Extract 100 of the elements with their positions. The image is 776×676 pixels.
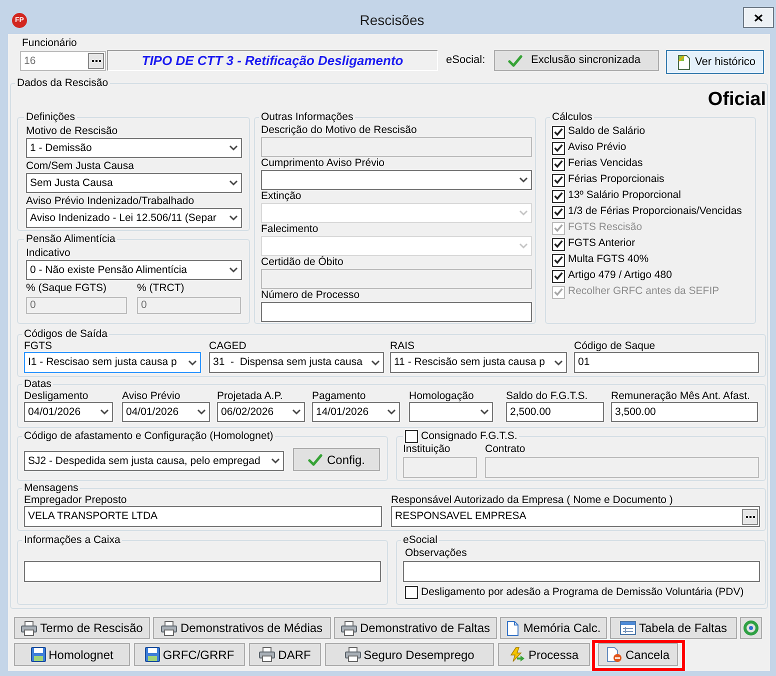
checkbox[interactable] <box>552 206 565 218</box>
field-label: Pagamento <box>312 391 366 402</box>
field-label: Indicativo <box>26 246 70 260</box>
dropdown[interactable]: 0 - Não existe Pensão Alimentícia <box>26 260 242 280</box>
window-title: Rescisões <box>360 11 424 29</box>
action-button[interactable]: Exclusão sincronizada <box>494 50 659 71</box>
checkbox[interactable] <box>552 126 565 138</box>
date-picker[interactable]: 06/02/2026 <box>217 402 305 422</box>
chevron-down-icon <box>229 267 238 273</box>
chevron-down-icon <box>292 409 301 415</box>
field-label: CAGED <box>209 341 246 352</box>
checkbox[interactable] <box>552 190 565 202</box>
dropdown[interactable]: 1 - Demissão <box>26 138 242 158</box>
group-title: Códigos de Saída <box>23 328 108 341</box>
action-button[interactable]: Processa <box>498 643 590 666</box>
input-field[interactable] <box>24 561 381 582</box>
printer-icon <box>21 620 38 636</box>
icon-button[interactable] <box>740 617 762 639</box>
chevron-down-icon <box>554 360 563 366</box>
checkbox-label: Recolher GRFC antes da SEFIP <box>568 284 720 300</box>
browse-button[interactable] <box>742 508 758 524</box>
chevron-down-icon <box>271 458 280 464</box>
config-button[interactable]: Config. <box>293 448 380 471</box>
chevron-down-icon <box>519 210 528 216</box>
input-field[interactable] <box>261 302 532 322</box>
checkbox[interactable] <box>552 142 565 154</box>
action-button[interactable]: Ver histórico <box>666 50 764 74</box>
field-label: Funcionário <box>22 37 77 50</box>
input-field[interactable]: 3,500.00 <box>611 402 758 422</box>
field-label: Remuneração Mês Ant. Afast. <box>611 391 750 402</box>
checkbox[interactable] <box>552 254 565 266</box>
dropdown[interactable]: 31 - Dispensa sem justa causa <box>209 352 384 373</box>
action-button[interactable]: GRFC/GRRF <box>134 643 245 666</box>
date-picker[interactable]: 04/01/2026 <box>122 402 210 422</box>
field-label: eSocial: <box>446 53 486 68</box>
date-picker[interactable]: 14/01/2026 <box>312 402 400 422</box>
action-button[interactable]: Demonstrativo de Faltas <box>334 617 497 639</box>
chevron-down-icon <box>100 409 109 415</box>
checkbox-label: Ferias Vencidas <box>568 156 643 172</box>
action-button[interactable]: Homolognet <box>14 643 130 666</box>
checkbox-label: Multa FGTS 40% <box>568 252 649 268</box>
field-label: Aviso Prévio Indenizado/Trabalhado <box>26 194 194 208</box>
action-button[interactable]: Memória Calc. <box>500 617 607 639</box>
dropdown[interactable]: I1 - Rescisao sem justa causa p <box>24 352 201 373</box>
field-label: Com/Sem Justa Causa <box>26 159 134 173</box>
checkbox[interactable] <box>552 238 565 250</box>
group-title: Pensão Alimentícia <box>25 233 116 246</box>
checkbox[interactable] <box>405 586 418 599</box>
table-icon <box>620 621 636 635</box>
checkbox-label: Aviso Prévio <box>568 140 626 156</box>
field-label: Projetada A.P. <box>217 391 283 402</box>
field-label: Extinção <box>261 190 302 203</box>
printer-icon <box>340 620 357 636</box>
field-label: % (Saque FGTS) <box>26 281 107 295</box>
date-picker[interactable] <box>409 402 493 422</box>
action-button[interactable]: Seguro Desemprego <box>325 643 494 666</box>
close-button[interactable] <box>743 7 774 28</box>
status-label: Oficial <box>708 90 766 110</box>
chevron-down-icon <box>229 180 238 186</box>
action-button[interactable]: Demonstrativos de Médias <box>153 617 331 639</box>
input-field[interactable]: VELA TRANSPORTE LTDA <box>24 506 382 527</box>
group-title: Cálculos <box>551 111 594 124</box>
checkbox[interactable] <box>405 430 418 443</box>
dropdown[interactable]: 11 - Rescisão sem justa causa p <box>390 352 567 373</box>
input-field[interactable] <box>403 561 760 582</box>
dropdown[interactable]: SJ2 - Despedida sem justa causa, pelo empregad <box>24 451 284 471</box>
action-button[interactable]: Cancela <box>598 643 678 666</box>
action-button[interactable]: Termo de Rescisão <box>14 617 150 639</box>
group-title: Mensagens <box>23 482 80 495</box>
checkbox-label: Férias Proporcionais <box>568 172 664 188</box>
input-field[interactable]: 2,500.00 <box>506 402 604 422</box>
dropdown[interactable]: Aviso Indenizado - Lei 12.506/11 (Separ <box>26 208 242 228</box>
group-title: Datas <box>23 378 52 391</box>
checkbox-label: Desligamento por adesão a Programa de Demissão Voluntária (PDV) <box>421 584 744 600</box>
group-title: Informações a Caixa <box>23 534 122 547</box>
field-label: Desligamento <box>24 391 88 402</box>
printer-icon <box>259 647 276 662</box>
field-label: Descrição do Motivo de Rescisão <box>261 124 417 137</box>
ring-icon <box>743 620 759 636</box>
checkbox[interactable] <box>552 270 565 282</box>
checkbox-label: Artigo 479 / Artigo 480 <box>568 268 672 284</box>
dropdown[interactable] <box>261 170 532 190</box>
checkbox[interactable] <box>552 174 565 186</box>
chevron-down-icon <box>197 409 206 415</box>
checkbox-label: FGTS Rescisão <box>568 220 642 236</box>
group-title: eSocial <box>402 534 438 547</box>
date-picker[interactable]: 04/01/2026 <box>24 402 113 422</box>
input-field[interactable]: RESPONSAVEL EMPRESA <box>391 506 760 527</box>
dropdown[interactable]: Sem Justa Causa <box>26 173 242 193</box>
checkbox[interactable] <box>552 158 565 170</box>
field-label: Código de Saque <box>574 341 656 352</box>
action-button[interactable]: Tabela de Faltas <box>610 617 737 639</box>
action-button[interactable]: DARF <box>249 643 321 666</box>
field-label: FGTS <box>24 341 52 352</box>
group-title: Outras Informações <box>260 111 354 124</box>
input-field[interactable]: 01 <box>574 352 759 373</box>
chevron-down-icon <box>480 409 489 415</box>
checkbox-label: Consignado F.G.T.S. <box>421 428 518 444</box>
group-title: Definições <box>25 111 76 124</box>
close-icon <box>754 14 763 22</box>
